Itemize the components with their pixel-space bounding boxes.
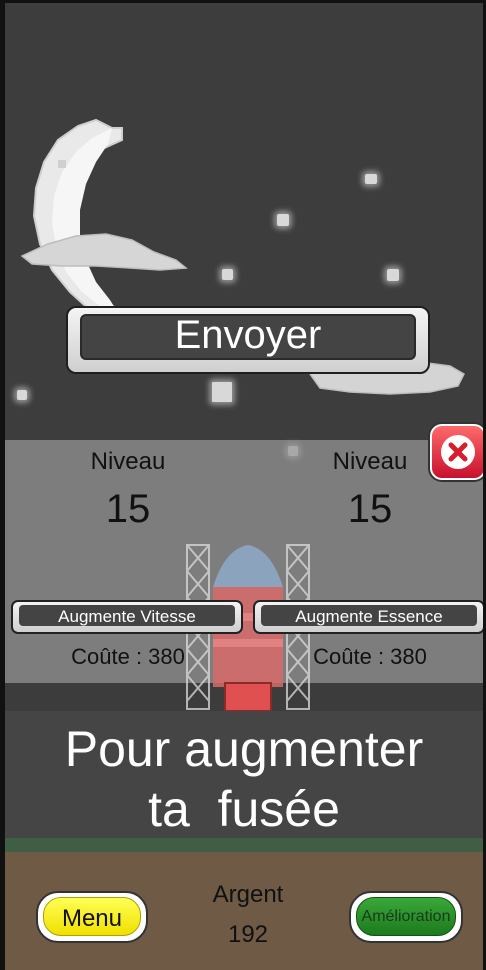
send-button[interactable]: Envoyer bbox=[66, 306, 430, 374]
fuel-cost-text: Coûte : 380 bbox=[313, 644, 427, 669]
upgrade-button[interactable]: Amélioration bbox=[349, 891, 463, 943]
grass-strip bbox=[5, 838, 483, 852]
upgrade-button-label: Amélioration bbox=[361, 908, 451, 925]
send-button-label: Envoyer bbox=[174, 313, 322, 357]
frame-left bbox=[0, 0, 5, 970]
game-screen: Envoyer Niveau 15 Niveau 15 Augmente Vit… bbox=[0, 0, 486, 970]
money-label: Argent bbox=[212, 881, 284, 908]
right-level-label: Niveau bbox=[332, 448, 408, 475]
increase-speed-button[interactable]: Augmente Vitesse bbox=[11, 600, 243, 634]
speed-cost-text: Coûte : 380 bbox=[71, 644, 185, 669]
increase-fuel-button-label: Augmente Essence bbox=[295, 607, 443, 626]
money-value: 192 bbox=[227, 921, 269, 948]
left-level-label: Niveau bbox=[90, 448, 166, 475]
left-level-value: 15 bbox=[105, 487, 151, 531]
menu-button[interactable]: Menu bbox=[36, 891, 148, 943]
increase-speed-button-label: Augmente Vitesse bbox=[58, 607, 196, 626]
info-banner: Pour augmenter ta fusée bbox=[5, 711, 483, 838]
menu-button-label: Menu bbox=[61, 905, 123, 932]
increase-fuel-button[interactable]: Augmente Essence bbox=[253, 600, 485, 634]
banner-line-1: Pour augmenter bbox=[64, 721, 424, 777]
frame-top bbox=[0, 0, 486, 3]
banner-line-2: ta fusée bbox=[148, 781, 340, 837]
right-level-value: 15 bbox=[347, 487, 393, 531]
